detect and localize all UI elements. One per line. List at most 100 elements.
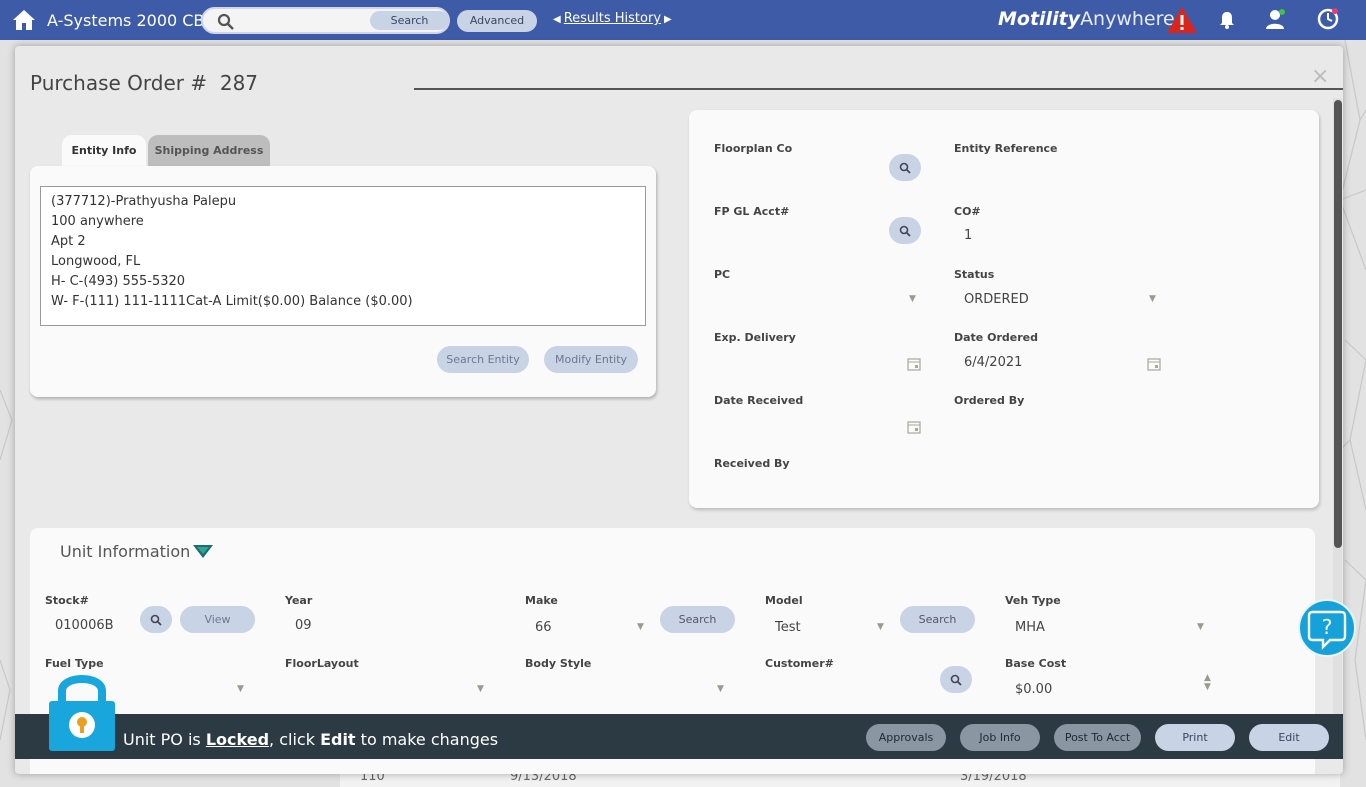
stock-lookup-button[interactable] bbox=[140, 606, 172, 633]
calendar-icon[interactable] bbox=[907, 357, 921, 371]
tab-entity-info[interactable]: Entity Info bbox=[62, 135, 146, 166]
collapse-chevron-icon[interactable] bbox=[193, 545, 213, 559]
entity-line: Apt 2 bbox=[51, 234, 86, 249]
lock-icon bbox=[49, 675, 115, 751]
floorplan-co-lookup-button[interactable] bbox=[889, 154, 921, 181]
year-label: Year bbox=[285, 594, 313, 607]
entity-line: W- F-(111) 111-1111Cat-A Limit($0.00) Ba… bbox=[51, 294, 413, 309]
global-search: Search bbox=[201, 7, 450, 34]
modify-entity-button[interactable]: Modify Entity bbox=[544, 346, 638, 373]
model-dropdown-icon[interactable]: ▼ bbox=[877, 622, 884, 632]
floorplan-co-label: Floorplan Co bbox=[714, 142, 793, 155]
body-style-label: Body Style bbox=[525, 657, 592, 670]
clock-icon[interactable] bbox=[1316, 7, 1340, 31]
entity-line: Longwood, FL bbox=[51, 254, 141, 269]
lock-status-bar: Unit PO is Locked, click Edit to make ch… bbox=[15, 714, 1343, 759]
make-search-button[interactable]: Search bbox=[660, 606, 735, 633]
make-label: Make bbox=[525, 594, 558, 607]
entity-line: 100 anywhere bbox=[51, 214, 144, 229]
results-history-link[interactable]: Results History bbox=[564, 11, 661, 26]
tab-shipping-address[interactable]: Shipping Address bbox=[148, 135, 270, 166]
search-entity-button[interactable]: Search Entity bbox=[437, 346, 529, 373]
calendar-icon[interactable] bbox=[907, 420, 921, 434]
date-ordered-label: Date Ordered bbox=[954, 331, 1038, 344]
user-icon[interactable] bbox=[1264, 7, 1288, 31]
search-icon bbox=[150, 614, 162, 626]
scrollbar-thumb[interactable] bbox=[1334, 100, 1342, 548]
model-select[interactable]: Test bbox=[775, 620, 801, 635]
veh-type-label: Veh Type bbox=[1005, 594, 1061, 607]
po-details-card: Floorplan Co Entity Reference FP GL Acct… bbox=[689, 110, 1319, 508]
model-search-button[interactable]: Search bbox=[900, 606, 975, 633]
veh-type-select[interactable]: MHA bbox=[1015, 620, 1045, 635]
exp-delivery-label: Exp. Delivery bbox=[714, 331, 796, 344]
model-label: Model bbox=[765, 594, 803, 607]
alert-icon[interactable] bbox=[1166, 6, 1198, 34]
help-icon: ? bbox=[1307, 610, 1347, 650]
unit-information-title: Unit Information bbox=[60, 542, 191, 561]
job-info-button[interactable]: Job Info bbox=[960, 724, 1040, 751]
base-cost-value[interactable]: $0.00 bbox=[1015, 682, 1052, 697]
next-icon[interactable]: ▶ bbox=[664, 14, 672, 25]
body-style-dropdown-icon[interactable]: ▼ bbox=[717, 684, 724, 694]
title-divider bbox=[414, 88, 1343, 90]
page-title: Purchase Order # 287 bbox=[30, 71, 259, 95]
status-select[interactable]: ORDERED bbox=[964, 292, 1029, 307]
app-title: A-Systems 2000 CB bbox=[47, 11, 205, 30]
po-number: 287 bbox=[219, 71, 259, 95]
co-value[interactable]: 1 bbox=[964, 228, 972, 243]
ordered-by-label: Ordered By bbox=[954, 394, 1025, 407]
approvals-button[interactable]: Approvals bbox=[866, 724, 946, 751]
pc-dropdown-icon[interactable]: ▼ bbox=[909, 294, 916, 304]
status-label: Status bbox=[954, 268, 995, 281]
date-received-label: Date Received bbox=[714, 394, 804, 407]
status-dropdown-icon[interactable]: ▼ bbox=[1149, 294, 1156, 304]
svg-text:?: ? bbox=[1322, 615, 1333, 639]
co-label: CO# bbox=[954, 205, 981, 218]
received-by-label: Received By bbox=[714, 457, 790, 470]
make-dropdown-icon[interactable]: ▼ bbox=[637, 622, 644, 632]
entity-textarea[interactable]: (377712)-Prathyusha Palepu 100 anywhere … bbox=[40, 186, 646, 326]
customer-label: Customer# bbox=[765, 657, 834, 670]
brand-logo: MotilityAnywhere bbox=[998, 8, 1175, 30]
close-icon[interactable]: × bbox=[1311, 64, 1329, 89]
stock-label: Stock# bbox=[45, 594, 89, 607]
date-ordered-value[interactable]: 6/4/2021 bbox=[964, 355, 1022, 370]
search-icon bbox=[899, 162, 911, 174]
search-icon bbox=[950, 674, 962, 686]
search-button[interactable]: Search bbox=[370, 11, 449, 30]
fp-gl-acct-label: FP GL Acct# bbox=[714, 205, 790, 218]
post-to-acct-button[interactable]: Post To Acct bbox=[1054, 724, 1141, 751]
customer-lookup-button[interactable] bbox=[940, 666, 972, 693]
year-value[interactable]: 09 bbox=[295, 618, 312, 633]
stock-value[interactable]: 010006B bbox=[55, 618, 114, 633]
print-button[interactable]: Print bbox=[1155, 724, 1235, 751]
entity-card: (377712)-Prathyusha Palepu 100 anywhere … bbox=[30, 166, 656, 397]
purchase-order-modal: Purchase Order # 287 × Entity Info Shipp… bbox=[15, 46, 1343, 774]
search-icon bbox=[899, 225, 911, 237]
base-cost-stepper[interactable]: ▲ ▼ bbox=[1204, 674, 1211, 692]
search-icon bbox=[217, 13, 234, 30]
fuel-type-dropdown-icon[interactable]: ▼ bbox=[237, 684, 244, 694]
view-stock-button[interactable]: View bbox=[180, 606, 255, 633]
search-input[interactable] bbox=[243, 12, 363, 30]
lock-message: Unit PO is Locked, click Edit to make ch… bbox=[123, 730, 499, 749]
home-icon[interactable] bbox=[12, 8, 36, 32]
top-bar: A-Systems 2000 CB Search Advanced ◀ Resul… bbox=[0, 0, 1366, 40]
base-cost-label: Base Cost bbox=[1005, 657, 1067, 670]
bell-icon[interactable] bbox=[1217, 10, 1237, 30]
calendar-icon[interactable] bbox=[1147, 357, 1161, 371]
veh-type-dropdown-icon[interactable]: ▼ bbox=[1197, 622, 1204, 632]
results-history-nav: ◀ Results History ▶ bbox=[553, 11, 672, 26]
help-button[interactable]: ? bbox=[1298, 599, 1356, 657]
prev-icon[interactable]: ◀ bbox=[553, 14, 561, 25]
entity-line: (377712)-Prathyusha Palepu bbox=[51, 194, 237, 209]
fp-gl-acct-lookup-button[interactable] bbox=[889, 217, 921, 244]
make-select[interactable]: 66 bbox=[535, 620, 552, 635]
advanced-button[interactable]: Advanced bbox=[457, 10, 537, 32]
floor-layout-dropdown-icon[interactable]: ▼ bbox=[477, 684, 484, 694]
edit-button[interactable]: Edit bbox=[1249, 724, 1329, 751]
entity-line: H- C-(493) 555-5320 bbox=[51, 274, 186, 289]
pc-label: PC bbox=[714, 268, 731, 281]
floor-layout-label: FloorLayout bbox=[285, 657, 359, 670]
